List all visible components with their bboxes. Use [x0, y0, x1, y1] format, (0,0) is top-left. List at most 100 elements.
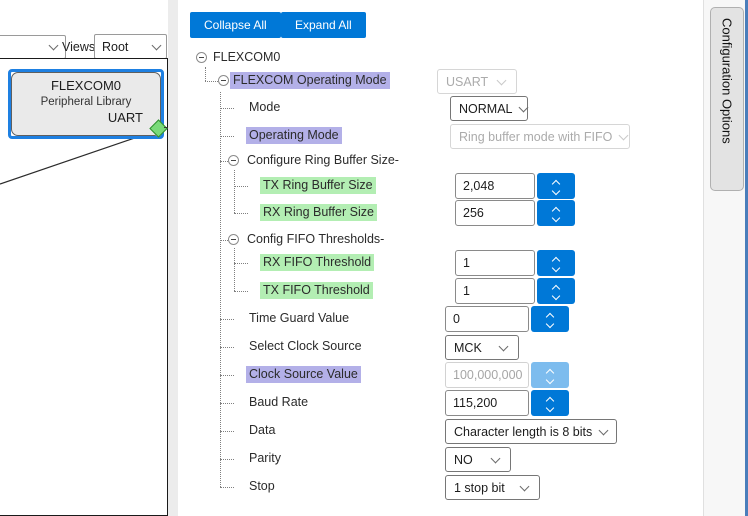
data-dropdown[interactable]: Character length is 8 bits: [445, 419, 617, 444]
tx-fifo-threshold-spinner: 1: [455, 278, 575, 304]
tx-ring-buffer-size-stepper[interactable]: [537, 173, 575, 199]
tree-branch-line: [220, 136, 234, 137]
flexcom0-node[interactable]: FLEXCOM0 Peripheral Library UART: [8, 69, 164, 139]
tree-label-stop[interactable]: Stop: [246, 478, 278, 495]
tree-label-tx-fifo-threshold[interactable]: TX FIFO Threshold: [260, 282, 373, 299]
chevron-down-icon: [519, 102, 529, 112]
chevron-down-icon: [619, 130, 629, 140]
clock-source-value-input[interactable]: 100,000,000: [445, 362, 529, 388]
port-stub-line: [164, 127, 168, 128]
flexcom0-node-body[interactable]: FLEXCOM0 Peripheral Library UART: [11, 72, 161, 136]
tree-branch-line: [220, 319, 234, 320]
tree-branch-line: [220, 108, 234, 109]
parity-dropdown[interactable]: NO: [445, 447, 511, 472]
tree-label-flexcom0[interactable]: FLEXCOM0: [210, 49, 283, 66]
time-guard-value-stepper[interactable]: [531, 306, 569, 332]
time-guard-value-spinner: 0: [445, 306, 569, 332]
tree-branch-line: [220, 431, 234, 432]
tree-label-rx-fifo-threshold[interactable]: RX FIFO Threshold: [260, 254, 374, 271]
tree-label-config-fifo-thresholds[interactable]: Config FIFO Thresholds-: [244, 231, 387, 248]
baud-rate-stepper[interactable]: [531, 390, 569, 416]
rx-fifo-threshold-input[interactable]: 1: [455, 250, 535, 276]
tree-branch-line: [220, 375, 234, 376]
views-dropdown[interactable]: Root: [94, 34, 167, 59]
chevron-down-icon: [491, 453, 501, 463]
tree-branch-line: [220, 347, 234, 348]
operating-mode-dropdown-value: Ring buffer mode with FIFO: [459, 130, 612, 144]
mode-dropdown[interactable]: NORMAL: [450, 96, 528, 121]
tree-branch-line: [220, 459, 234, 460]
time-guard-value-input[interactable]: 0: [445, 306, 529, 332]
tree-label-mode[interactable]: Mode: [246, 99, 283, 116]
app-window: Views: Root FLEXCOM0 Peripheral Library …: [0, 0, 748, 516]
chevron-down-icon: [497, 75, 507, 85]
tx-ring-buffer-size-spinner: 2,048: [455, 173, 575, 199]
select-clock-source-dropdown-value: MCK: [454, 341, 482, 355]
graph-toolbar: Views: Root: [0, 0, 168, 58]
node-port-label: UART: [108, 110, 143, 125]
tree-branch-line: [220, 487, 234, 488]
spinner-down-icon: [552, 213, 560, 221]
spinner-down-icon: [546, 403, 554, 411]
tx-fifo-threshold-input[interactable]: 1: [455, 278, 535, 304]
clock-source-value-stepper[interactable]: [531, 362, 569, 388]
rx-ring-buffer-size-input[interactable]: 256: [455, 200, 535, 226]
flexcom-operating-mode-dropdown[interactable]: USART: [437, 69, 517, 94]
tree-label-flexcom-operating-mode[interactable]: FLEXCOM Operating Mode: [230, 72, 390, 89]
tree-label-parity[interactable]: Parity: [246, 450, 284, 467]
operating-mode-dropdown[interactable]: Ring buffer mode with FIFO: [450, 124, 630, 149]
tree-branch-line: [234, 291, 248, 292]
tree-label-rx-ring-buffer-size[interactable]: RX Ring Buffer Size: [260, 204, 377, 221]
configuration-options-tab-label: Configuration Options: [720, 8, 735, 190]
left-partial-dropdown[interactable]: [0, 35, 66, 59]
tx-fifo-threshold-stepper[interactable]: [537, 278, 575, 304]
tx-ring-buffer-size-input[interactable]: 2,048: [455, 173, 535, 199]
node-port-row: UART: [12, 110, 160, 125]
tree-branch-line: [220, 161, 228, 162]
tree-branch-line: [234, 186, 248, 187]
tree-branch-line: [220, 403, 234, 404]
configuration-options-tab[interactable]: Configuration Options: [710, 7, 744, 191]
stop-dropdown[interactable]: 1 stop bit: [445, 475, 540, 500]
diagram-canvas[interactable]: FLEXCOM0 Peripheral Library UART: [0, 58, 168, 516]
tree-label-select-clock-source[interactable]: Select Clock Source: [246, 338, 365, 355]
node-title: FLEXCOM0: [12, 78, 160, 93]
collapse-icon[interactable]: [228, 234, 239, 245]
tree-label-tx-ring-buffer-size[interactable]: TX Ring Buffer Size: [260, 177, 376, 194]
flexcom-operating-mode-dropdown-value: USART: [446, 75, 488, 89]
spinner-down-icon: [546, 319, 554, 327]
rx-fifo-threshold-spinner: 1: [455, 250, 575, 276]
clock-source-value-spinner: 100,000,000: [445, 362, 569, 388]
mode-dropdown-value: NORMAL: [459, 102, 512, 116]
configuration-tree: FLEXCOM0 FLEXCOM Operating Mode USART Mode N…: [178, 0, 703, 516]
data-dropdown-value: Character length is 8 bits: [454, 425, 592, 439]
collapse-icon[interactable]: [228, 155, 239, 166]
spinner-down-icon: [552, 291, 560, 299]
tree-label-baud-rate[interactable]: Baud Rate: [246, 394, 311, 411]
spinner-down-icon: [552, 263, 560, 271]
spinner-down-icon: [546, 375, 554, 383]
node-subtitle: Peripheral Library: [12, 96, 160, 108]
tree-label-configure-ring-buffer-size[interactable]: Configure Ring Buffer Size-: [244, 152, 402, 169]
stop-dropdown-value: 1 stop bit: [454, 481, 505, 495]
tree-label-operating-mode[interactable]: Operating Mode: [246, 127, 342, 144]
rx-fifo-threshold-stepper[interactable]: [537, 250, 575, 276]
chevron-down-icon: [499, 341, 509, 351]
baud-rate-input[interactable]: 115,200: [445, 390, 529, 416]
rx-ring-buffer-size-spinner: 256: [455, 200, 575, 226]
tree-branch-line: [205, 81, 218, 82]
tree-branch-line: [234, 213, 248, 214]
collapse-icon[interactable]: [218, 75, 229, 86]
configuration-options-panel: Collapse All Expand All FLEXCOM0FLEXCOM …: [178, 0, 703, 516]
chevron-down-icon: [152, 40, 162, 50]
tree-label-time-guard-value[interactable]: Time Guard Value: [246, 310, 352, 327]
select-clock-source-dropdown[interactable]: MCK: [445, 335, 519, 360]
parity-dropdown-value: NO: [454, 453, 473, 467]
tree-branch-line: [234, 263, 248, 264]
baud-rate-spinner: 115,200: [445, 390, 569, 416]
tree-label-data[interactable]: Data: [246, 422, 278, 439]
right-tab-strip: Configuration Options: [703, 0, 748, 516]
tree-label-clock-source-value[interactable]: Clock Source Value: [246, 366, 361, 383]
rx-ring-buffer-size-stepper[interactable]: [537, 200, 575, 226]
collapse-icon[interactable]: [196, 52, 207, 63]
